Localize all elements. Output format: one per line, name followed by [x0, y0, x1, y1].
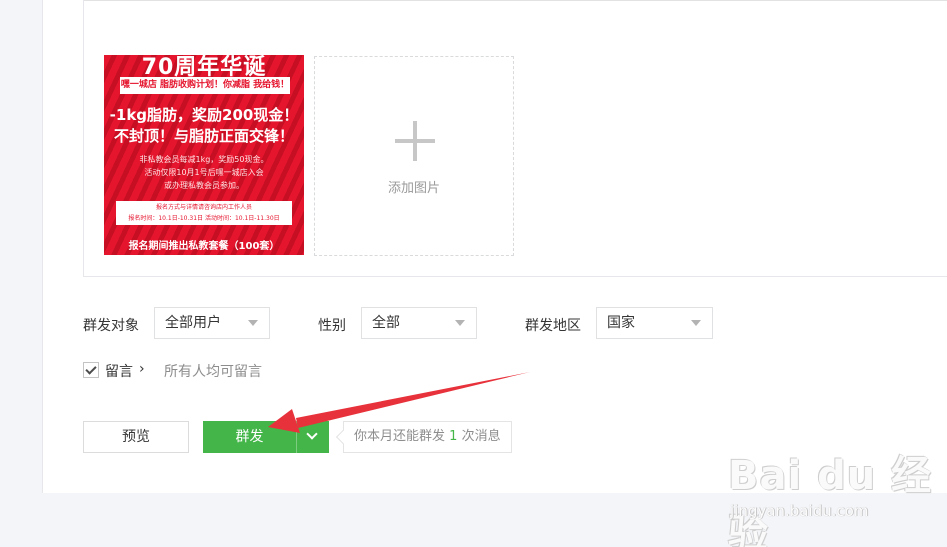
- poster-info-box: 报名方式与详情请咨询店内工作人员 报名时间：10.1日-10.31日 活动时间：…: [116, 201, 292, 225]
- poster-info-line: 报名方式与详情请咨询店内工作人员: [155, 204, 252, 211]
- poster-desc-line: 活动仅限10月1号后嘿一城店入会: [144, 168, 264, 177]
- caret-down-icon: [248, 320, 258, 326]
- quota-tooltip: 你本月还能群发 1 次消息: [343, 421, 512, 453]
- target-select-value: 全部用户: [165, 315, 221, 331]
- gender-label: 性别: [318, 318, 346, 334]
- poster-desc-line: 非私教会员每减1kg，奖励50现金。: [139, 155, 269, 164]
- poster-description: 非私教会员每减1kg，奖励50现金。 活动仅限10月1号后嘿一城店入会 或办理私…: [124, 153, 284, 192]
- comment-checkbox[interactable]: [83, 362, 99, 378]
- poster-footer: 报名期间推出私教套餐（100套）: [128, 241, 280, 252]
- add-image-button[interactable]: 添加图片: [314, 56, 514, 256]
- quota-count: 1: [449, 429, 458, 444]
- poster-headline-2: 不封顶！与脂肪正面交锋！: [113, 127, 294, 145]
- mass-send-card: 70周年华诞 嘿一城店 脂肪收购计划！你减脂 我给钱！ -1kg脂肪，奖励200…: [42, 0, 947, 493]
- poster-desc-line: 或办理私教会员参加。: [164, 181, 244, 190]
- gender-select-value: 全部: [372, 315, 400, 331]
- target-select[interactable]: 全部用户: [154, 307, 270, 339]
- send-dropdown-button[interactable]: [296, 421, 329, 453]
- poster-headline-1: -1kg脂肪，奖励200现金！: [109, 106, 299, 124]
- target-label: 群发对象: [83, 318, 139, 334]
- poster-image[interactable]: 70周年华诞 嘿一城店 脂肪收购计划！你减脂 我给钱！ -1kg脂肪，奖励200…: [104, 55, 304, 255]
- comment-note: 所有人均可留言: [164, 364, 262, 380]
- add-image-label: 添加图片: [387, 181, 440, 196]
- watermark-logo-text: Bai du 经验: [728, 453, 933, 547]
- region-select[interactable]: 国家: [596, 307, 713, 339]
- quota-suffix: 次消息: [461, 429, 501, 444]
- region-select-value: 国家: [607, 315, 635, 331]
- plus-icon: [395, 121, 435, 161]
- poster-banner: 嘿一城店 脂肪收购计划！你减脂 我给钱！: [120, 77, 290, 94]
- region-label: 群发地区: [525, 318, 581, 334]
- gender-select[interactable]: 全部: [361, 307, 477, 339]
- quota-prefix: 你本月还能群发: [354, 429, 446, 444]
- caret-down-icon: [455, 320, 465, 326]
- comment-label[interactable]: 留言: [105, 361, 133, 381]
- poster-info-line: 报名时间：10.1日-10.31日 活动时间：10.1日-11.30日: [128, 215, 280, 222]
- send-button[interactable]: 群发: [203, 421, 296, 453]
- preview-button[interactable]: 预览: [83, 421, 189, 453]
- caret-down-icon: [691, 320, 701, 326]
- baidu-watermark: Bai du 经验 jingyan.baidu.com: [728, 443, 938, 547]
- watermark-url: jingyan.baidu.com: [730, 502, 869, 520]
- chevron-right-icon[interactable]: ›: [139, 361, 145, 377]
